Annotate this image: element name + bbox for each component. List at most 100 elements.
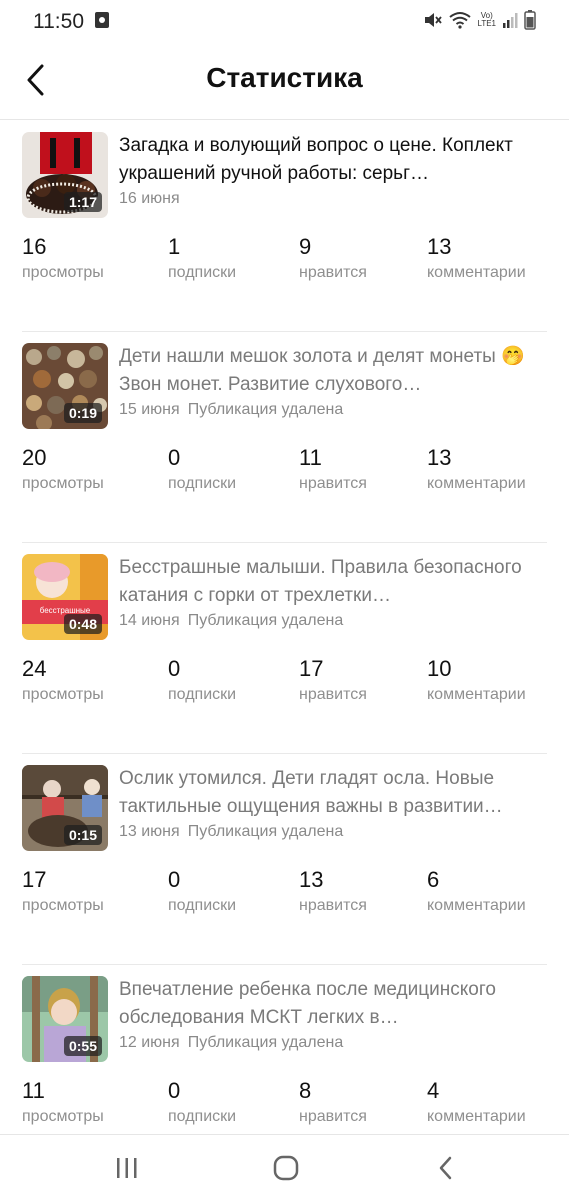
video-thumbnail[interactable]: 1:17	[22, 132, 108, 218]
video-thumbnail[interactable]: 0:19	[22, 343, 108, 429]
video-header[interactable]: 0:19 Дети нашли мешок золота и делят мон…	[22, 343, 549, 429]
stat-subscriptions: 0 подписки	[168, 444, 236, 494]
stat-label: комментарии	[427, 264, 526, 281]
stat-value: 20	[22, 445, 47, 470]
stat-label: нравится	[299, 475, 367, 492]
stat-value: 0	[168, 445, 181, 470]
video-date: 14 июня	[119, 612, 180, 629]
video-meta: 15 июня Публикация удалена	[119, 401, 343, 419]
video-title[interactable]: Ослик утомился. Дети гладят осла. Новые …	[119, 765, 549, 821]
stat-label: подписки	[168, 1108, 237, 1125]
video-stats-item[interactable]: бесстрашные 0:48 Бесстрашные малыши. Пра…	[0, 543, 569, 754]
video-stats: 24 просмотры 0 подписки 17 нравится 10 к…	[22, 655, 549, 715]
stat-value: 0	[168, 867, 181, 892]
video-thumbnail[interactable]: 0:55	[22, 976, 108, 1062]
page-title: Статистика	[206, 62, 363, 93]
stat-comments: 6 комментарии	[427, 866, 526, 916]
stat-label: просмотры	[22, 897, 104, 914]
stat-likes: 17 нравится	[299, 655, 367, 705]
wifi-icon	[449, 12, 472, 29]
video-header[interactable]: 0:55 Впечатление ребенка после медицинск…	[22, 976, 549, 1062]
lte-label: LTE1	[477, 19, 496, 28]
stat-label: комментарии	[427, 897, 526, 914]
stat-label: нравится	[299, 264, 367, 281]
stat-likes: 8 нравится	[299, 1077, 367, 1127]
video-duration: 0:48	[63, 614, 102, 634]
stat-subscriptions: 0 подписки	[168, 1077, 236, 1127]
stat-views: 16 просмотры	[22, 233, 104, 283]
stat-value: 24	[22, 656, 47, 681]
video-header[interactable]: 1:17 Загадка и волующий вопрос о цене. К…	[22, 132, 549, 218]
stat-value: 13	[427, 234, 452, 259]
network-type-indicator: Vo) LTE1	[477, 12, 496, 28]
stat-value: 13	[427, 445, 452, 470]
home-icon	[273, 1155, 299, 1181]
video-title[interactable]: Впечатление ребенка после медицинского о…	[119, 976, 549, 1032]
notification-icon	[95, 12, 109, 28]
video-stats: 20 просмотры 0 подписки 11 нравится 13 к…	[22, 444, 549, 504]
stat-comments: 13 комментарии	[427, 233, 526, 283]
stat-views: 20 просмотры	[22, 444, 104, 494]
stat-likes: 13 нравится	[299, 866, 367, 916]
video-meta: 13 июня Публикация удалена	[119, 823, 343, 841]
video-thumbnail[interactable]: бесстрашные 0:48	[22, 554, 108, 640]
stat-comments: 13 комментарии	[427, 444, 526, 494]
mute-icon	[425, 13, 443, 27]
stat-label: просмотры	[22, 264, 104, 281]
video-stats-item[interactable]: 1:17 Загадка и волующий вопрос о цене. К…	[0, 121, 569, 332]
video-stats-item[interactable]: 0:19 Дети нашли мешок золота и делят мон…	[0, 332, 569, 543]
video-header[interactable]: 0:15 Ослик утомился. Дети гладят осла. Н…	[22, 765, 549, 851]
stat-comments: 10 комментарии	[427, 655, 526, 705]
deleted-status: Публикация удалена	[187, 823, 344, 840]
stat-views: 24 просмотры	[22, 655, 104, 705]
system-nav-bar	[0, 1134, 569, 1200]
video-stats-item[interactable]: 0:15 Ослик утомился. Дети гладят осла. Н…	[0, 754, 569, 965]
stat-label: комментарии	[427, 686, 526, 703]
stat-value: 0	[168, 656, 181, 681]
app-header: Статистика	[0, 44, 569, 120]
video-meta: 16 июня	[119, 190, 180, 208]
stat-likes: 9 нравится	[299, 233, 367, 283]
recent-apps-button[interactable]	[107, 1153, 147, 1183]
deleted-status: Публикация удалена	[187, 1034, 344, 1051]
recent-apps-icon	[117, 1158, 137, 1178]
status-time: 11:50	[33, 10, 84, 33]
status-icons: Vo) LTE1	[423, 10, 536, 30]
stat-label: подписки	[168, 897, 237, 914]
video-title[interactable]: Дети нашли мешок золота и делят монеты 🤭…	[119, 343, 549, 399]
video-date: 16 июня	[119, 190, 180, 207]
stat-subscriptions: 1 подписки	[168, 233, 236, 283]
video-thumbnail[interactable]: 0:15	[22, 765, 108, 851]
stat-value: 1	[168, 234, 181, 259]
video-header[interactable]: бесстрашные 0:48 Бесстрашные малыши. Пра…	[22, 554, 549, 640]
video-duration: 0:19	[63, 403, 102, 423]
stat-value: 17	[22, 867, 47, 892]
video-title[interactable]: Бесстрашные малыши. Правила безопасного …	[119, 554, 549, 610]
stat-label: нравится	[299, 897, 367, 914]
stat-label: комментарии	[427, 1108, 526, 1125]
stat-value: 10	[427, 656, 452, 681]
stat-subscriptions: 0 подписки	[168, 866, 236, 916]
stat-label: подписки	[168, 264, 237, 281]
video-duration: 1:17	[63, 192, 102, 212]
stat-subscriptions: 0 подписки	[168, 655, 236, 705]
video-date: 13 июня	[119, 823, 180, 840]
video-stats: 17 просмотры 0 подписки 13 нравится 6 ко…	[22, 866, 549, 926]
home-button[interactable]	[266, 1153, 306, 1183]
stat-label: комментарии	[427, 475, 526, 492]
video-date: 12 июня	[119, 1034, 180, 1051]
stat-value: 17	[299, 656, 324, 681]
stat-value: 11	[22, 1078, 45, 1103]
stat-label: подписки	[168, 686, 237, 703]
stat-value: 8	[299, 1078, 312, 1103]
stat-views: 11 просмотры	[22, 1077, 104, 1127]
stat-value: 9	[299, 234, 312, 259]
stat-value: 13	[299, 867, 324, 892]
video-title[interactable]: Загадка и волующий вопрос о цене. Коплек…	[119, 132, 549, 188]
nav-back-button[interactable]	[426, 1153, 466, 1183]
signal-icon	[503, 13, 518, 28]
video-stats-item[interactable]: 0:55 Впечатление ребенка после медицинск…	[0, 965, 569, 1133]
video-date: 15 июня	[119, 401, 180, 418]
stat-value: 4	[427, 1078, 440, 1103]
chevron-left-icon	[439, 1156, 452, 1180]
